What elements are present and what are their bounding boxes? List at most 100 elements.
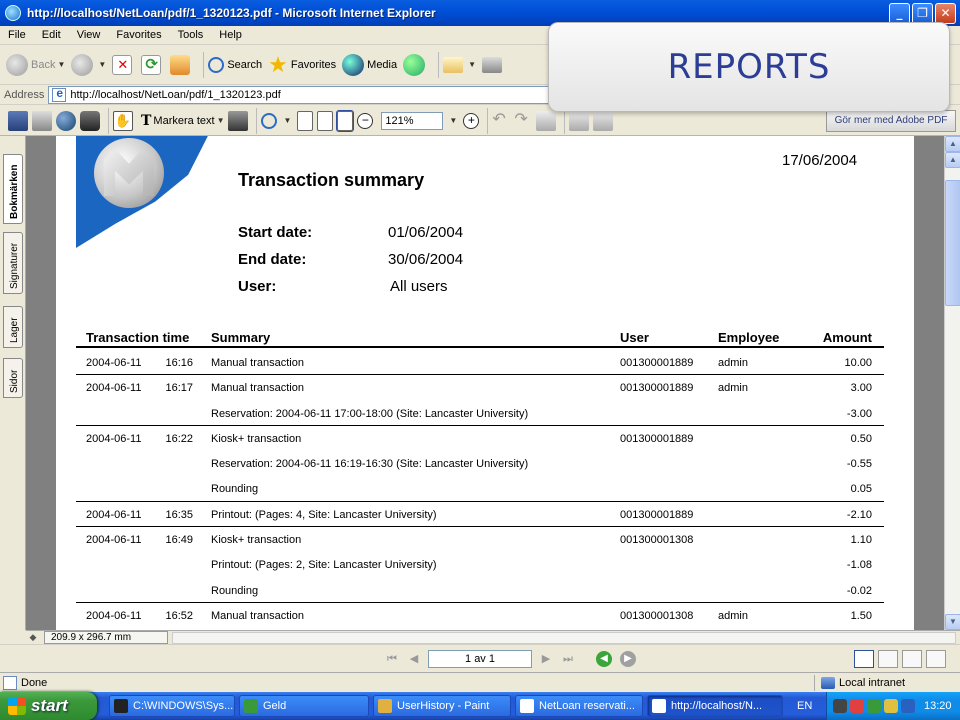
scroll-page-up-button[interactable]: ▲ [945, 152, 960, 168]
get-more-adobe-button[interactable]: Gör mer med Adobe PDF [826, 110, 956, 132]
page-size-bar: ◆ 209.9 x 296.7 mm [26, 630, 960, 644]
taskbar-window-button[interactable]: NetLoan reservati... [515, 695, 643, 717]
menu-tools[interactable]: Tools [170, 29, 212, 41]
continuous-facing-layout-icon[interactable] [926, 650, 946, 668]
cell-date: 2004-06-11 [86, 609, 142, 622]
app-icon [378, 699, 392, 713]
zoom-in-icon[interactable] [261, 112, 278, 129]
zoom-out-icon[interactable]: − [357, 112, 374, 129]
star-icon: ★ [268, 51, 288, 77]
hand-tool-icon[interactable]: ✋ [113, 110, 133, 131]
home-button[interactable] [170, 50, 193, 80]
fit-page-icon[interactable] [317, 110, 334, 131]
previous-page-button[interactable]: ◀ [406, 651, 422, 667]
page-number-input[interactable]: 1 av 1 [428, 650, 532, 668]
toolbar-separator [438, 51, 440, 78]
find-icon[interactable] [80, 110, 100, 131]
facing-layout-icon[interactable] [902, 650, 922, 668]
page-status-icon [3, 675, 17, 690]
close-button[interactable]: ✕ [935, 3, 956, 24]
menu-view[interactable]: View [69, 29, 109, 41]
vertical-scrollbar[interactable]: ▲ ▲ ▼ [944, 136, 960, 630]
export-icon[interactable] [569, 110, 590, 131]
go-forward-icon[interactable]: ▶ [620, 651, 636, 667]
tray-icon[interactable] [884, 699, 898, 713]
tray-icon[interactable] [867, 699, 881, 713]
col-transaction-time: Transaction time [86, 330, 190, 345]
scroll-up-button[interactable]: ▲ [945, 136, 960, 152]
first-page-button[interactable]: ⏮ [384, 651, 400, 667]
horizontal-scrollbar[interactable] [172, 631, 956, 644]
rotate-right-icon[interactable]: ↷ [514, 111, 532, 131]
col-summary: Summary [211, 330, 271, 345]
chevron-down-icon[interactable]: ▼ [98, 60, 106, 69]
language-indicator[interactable]: EN [797, 700, 827, 712]
scroll-thumb[interactable] [945, 180, 960, 306]
tray-icon[interactable] [833, 699, 847, 713]
fit-width-icon[interactable] [336, 109, 355, 132]
back-button[interactable]: Back ▼ [6, 50, 65, 80]
continuous-layout-icon[interactable] [878, 650, 898, 668]
maximize-button[interactable]: ❐ [912, 3, 933, 24]
taskbar-buttons: C:\WINDOWS\Sys... Geld UserHistory - Paint… [105, 695, 783, 717]
snapshot-icon[interactable] [228, 110, 249, 131]
copy-icon[interactable] [536, 110, 557, 131]
save-icon[interactable] [8, 110, 28, 131]
tab-signatures[interactable]: Signaturer [3, 232, 23, 294]
cell-amount: 10.00 [844, 357, 872, 369]
taskbar-window-label: UserHistory - Paint [397, 700, 490, 712]
meta-value: All users [390, 278, 448, 295]
cell-date: 2004-06-11 [86, 382, 142, 395]
cell-transaction-time [86, 483, 110, 495]
document-viewport[interactable]: 17/06/2004 Transaction summary Start dat… [26, 136, 944, 630]
chevron-down-icon[interactable]: ▼ [449, 116, 457, 125]
actual-size-icon[interactable] [297, 110, 314, 131]
select-text-tool[interactable]: T Markera text ▼ [141, 113, 224, 129]
tab-pages[interactable]: Sidor [3, 358, 23, 398]
go-back-icon[interactable]: ◀ [596, 651, 612, 667]
menu-file[interactable]: File [0, 29, 34, 41]
zoom-in-plus-icon[interactable]: + [463, 112, 480, 129]
minimize-button[interactable]: _ [889, 3, 910, 24]
address-input[interactable]: http://localhost/NetLoan/pdf/1_1320123.p… [48, 85, 589, 104]
import-icon[interactable] [593, 110, 614, 131]
tray-icon[interactable] [850, 699, 864, 713]
scroll-down-button[interactable]: ▼ [945, 614, 960, 630]
taskbar-window-button[interactable]: UserHistory - Paint [373, 695, 511, 717]
media-button[interactable]: Media [342, 50, 397, 80]
zoom-level-input[interactable]: 121% [381, 111, 444, 130]
last-page-button[interactable]: ⏭ [560, 651, 576, 667]
print-icon[interactable] [32, 110, 52, 131]
email-icon[interactable] [56, 110, 76, 131]
menu-edit[interactable]: Edit [34, 29, 69, 41]
taskbar-window-button[interactable]: Geld [239, 695, 369, 717]
chevron-down-icon[interactable]: ▼ [283, 116, 291, 125]
taskbar-window-button[interactable]: C:\WINDOWS\Sys... [109, 695, 235, 717]
single-page-layout-icon[interactable] [854, 650, 874, 668]
chevron-down-icon[interactable]: ▼ [57, 60, 65, 69]
tray-icon[interactable] [901, 699, 915, 713]
cell-amount: -2.10 [846, 508, 872, 521]
security-zone[interactable]: Local intranet [814, 675, 905, 691]
rotate-left-icon[interactable]: ↶ [492, 111, 510, 131]
search-button[interactable]: Search [208, 50, 262, 80]
print-button[interactable] [482, 50, 505, 80]
search-label: Search [227, 58, 263, 71]
forward-button[interactable]: ▼ [71, 50, 106, 80]
stop-button[interactable] [112, 50, 135, 80]
tab-layers[interactable]: Lager [3, 306, 23, 348]
mail-button[interactable]: ▼ [443, 50, 476, 80]
history-button[interactable] [403, 50, 428, 80]
menu-help[interactable]: Help [211, 29, 250, 41]
taskbar-window-button[interactable]: http://localhost/N... [647, 695, 783, 717]
start-button[interactable]: start [0, 692, 97, 720]
favorites-button[interactable]: ★ Favorites [268, 50, 336, 80]
chevron-down-icon[interactable]: ▼ [217, 116, 225, 125]
split-handle-icon[interactable]: ◆ [26, 632, 40, 643]
refresh-button[interactable] [141, 50, 164, 80]
next-page-button[interactable]: ▶ [538, 651, 554, 667]
home-icon [170, 54, 191, 75]
chevron-down-icon[interactable]: ▼ [468, 60, 476, 69]
menu-favorites[interactable]: Favorites [108, 29, 169, 41]
tab-bookmarks[interactable]: Bokmärken [3, 154, 23, 224]
